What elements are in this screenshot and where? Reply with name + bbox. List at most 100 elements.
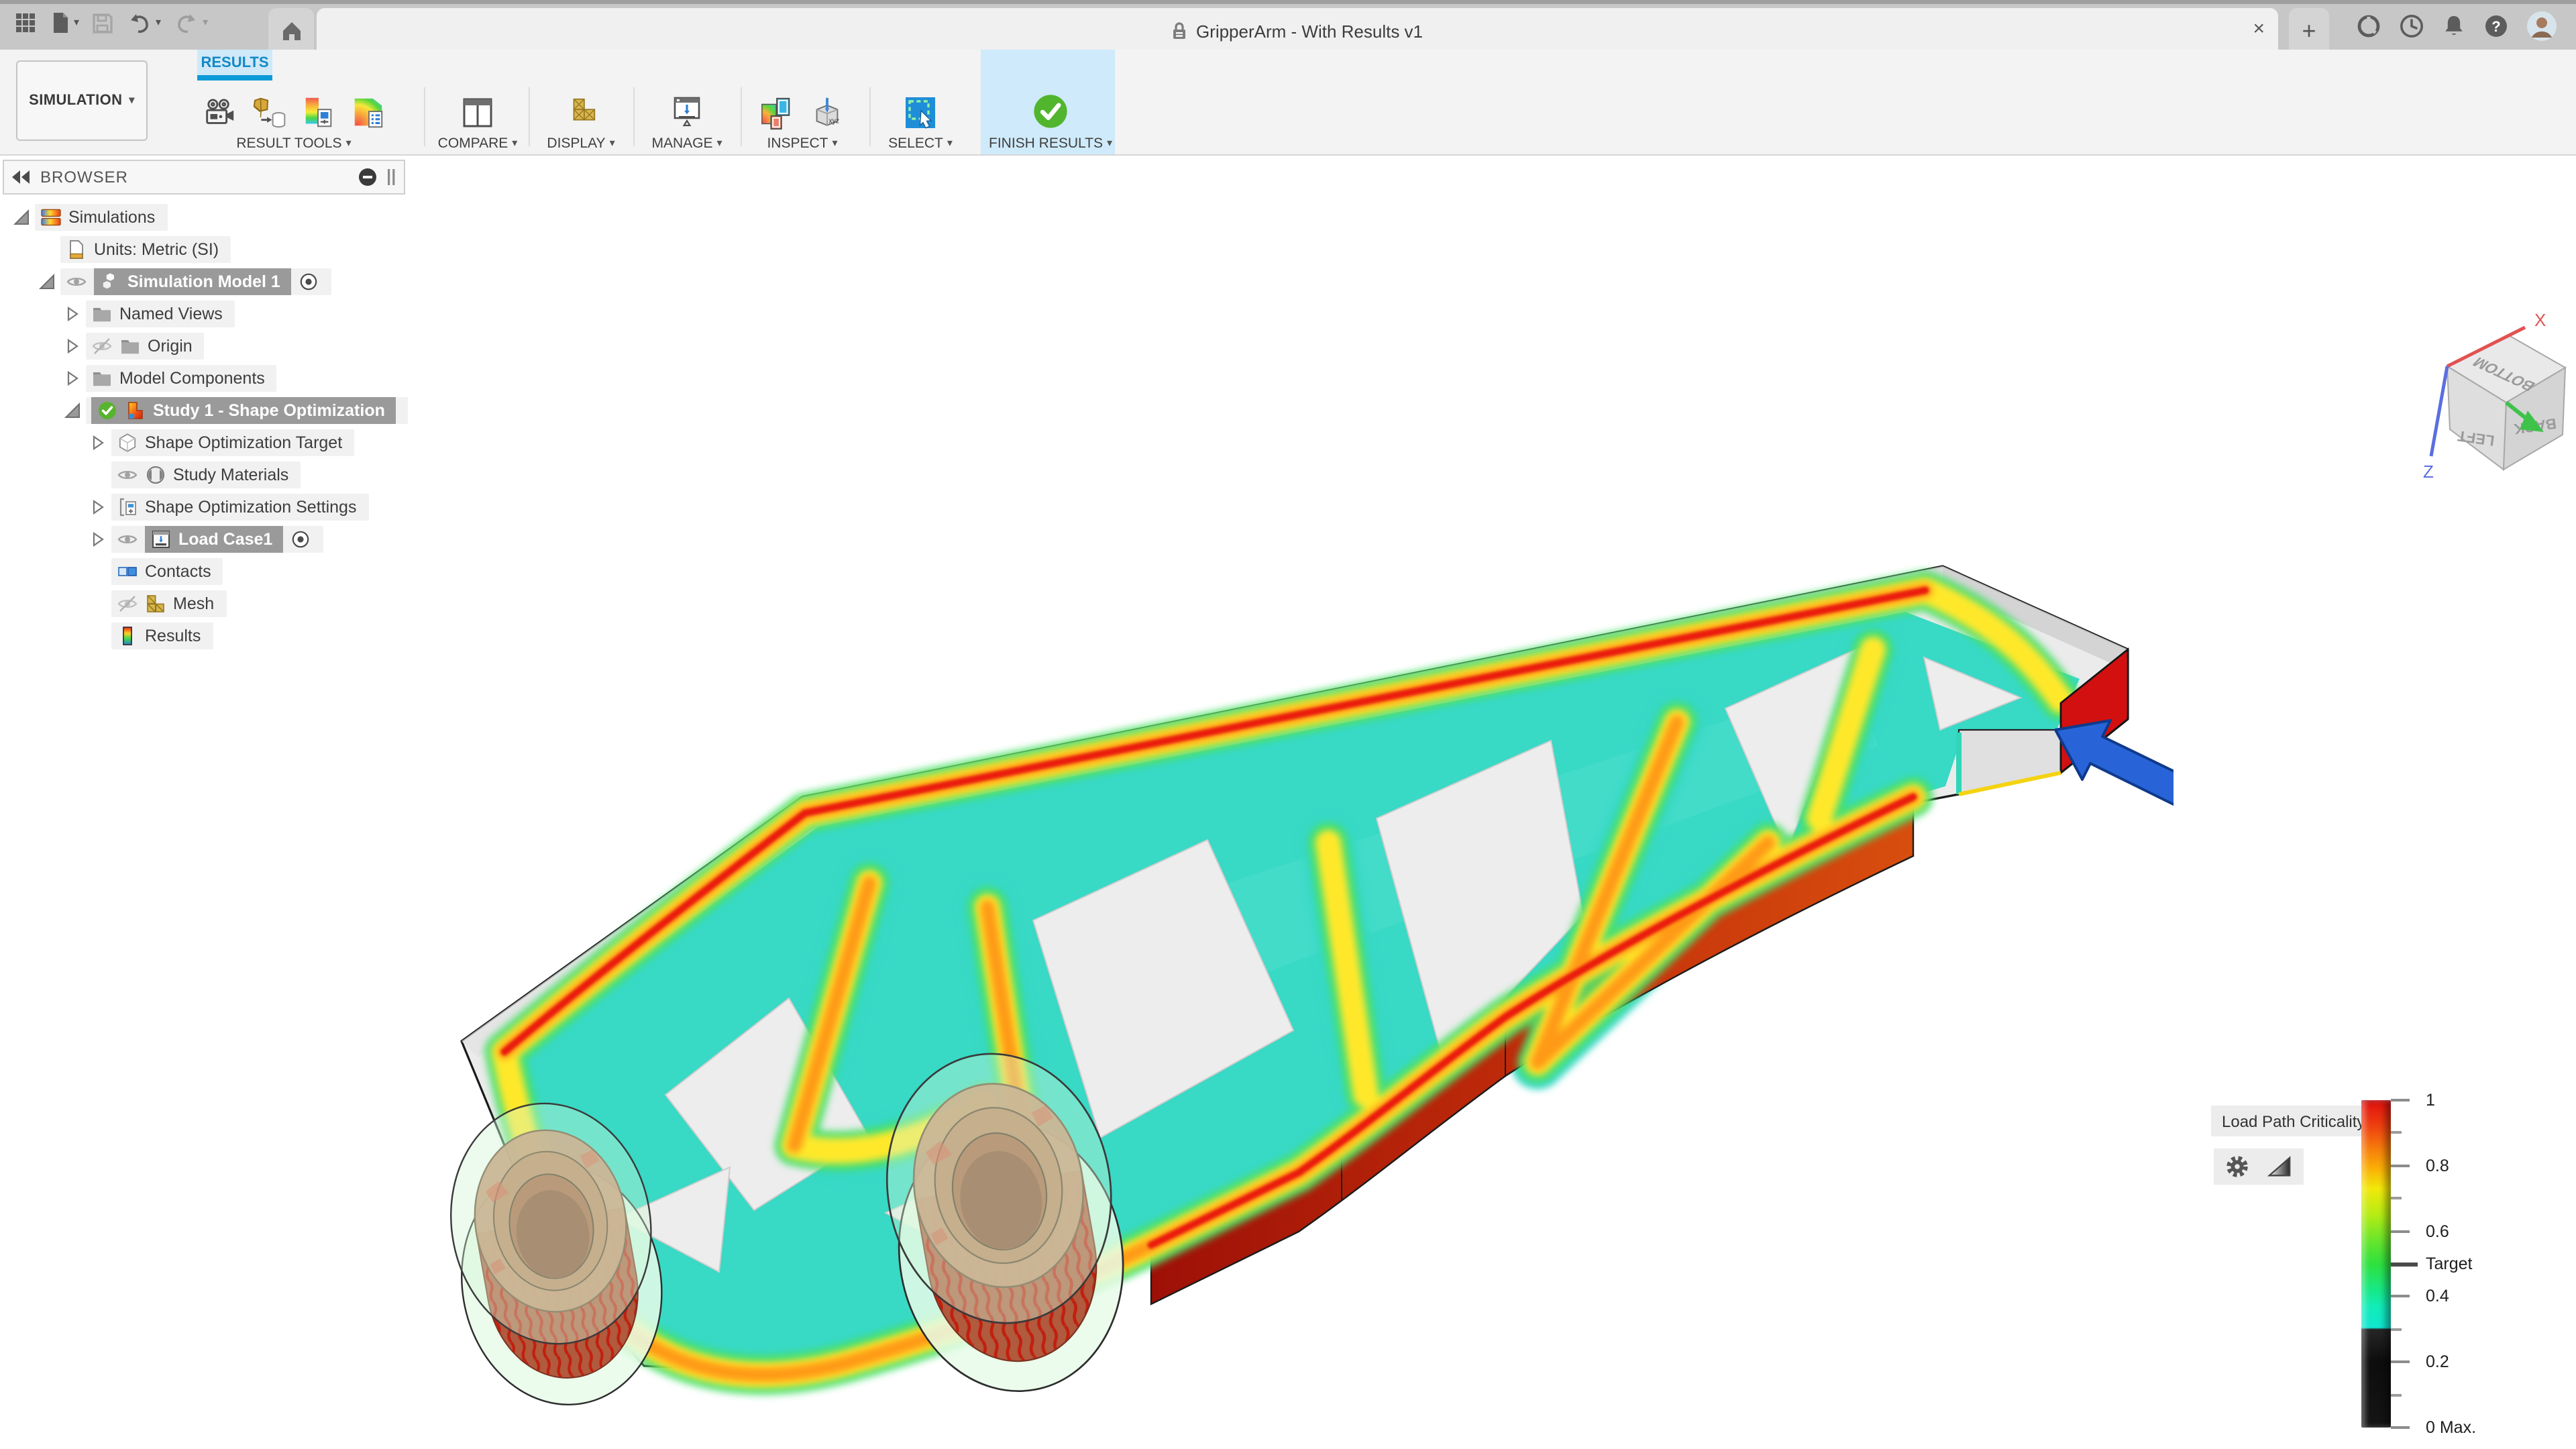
display-mesh-icon[interactable] <box>563 95 599 131</box>
browser-item-origin[interactable]: Origin <box>3 331 405 361</box>
browser-item-shape-optimization-target[interactable]: Shape Optimization Target <box>3 428 405 458</box>
browser-item-label: Study 1 - Shape Optimization <box>153 401 385 420</box>
select-menu[interactable]: SELECT▾ <box>888 136 953 152</box>
select-box-icon[interactable] <box>902 94 939 131</box>
shape-target-cube-icon <box>117 432 138 453</box>
results-icon <box>117 625 138 647</box>
redo-icon[interactable]: ▾ <box>173 11 208 34</box>
legend-settings-gear-icon[interactable] <box>2224 1154 2250 1179</box>
browser-header: BROWSER <box>3 160 405 195</box>
tab-results[interactable]: RESULTS <box>197 50 272 75</box>
browser-item-simulation-model-1[interactable]: Simulation Model 1 <box>3 267 405 297</box>
svg-text:?: ? <box>2491 18 2500 35</box>
folder-icon <box>91 368 113 389</box>
expander-closed-icon <box>62 303 83 325</box>
manage-simulation-icon[interactable] <box>668 94 706 131</box>
browser-item-results[interactable]: Results <box>3 621 405 651</box>
mesh-icon <box>145 593 166 614</box>
browser-item-simulations[interactable]: Simulations <box>3 203 405 232</box>
ribbon-group-finish-results: FINISH RESULTS▾ <box>986 82 1115 152</box>
panel-drag-handle[interactable] <box>388 168 396 186</box>
collapse-panel-icon[interactable] <box>12 170 30 184</box>
legend-minor-tick <box>2391 1197 2402 1199</box>
inspect-results-icon[interactable] <box>759 95 796 131</box>
browser-item-study-materials[interactable]: Study Materials <box>3 460 405 490</box>
browser-item-mesh[interactable]: Mesh <box>3 589 405 619</box>
panel-minimize-icon[interactable] <box>358 168 377 186</box>
browser-item-units[interactable]: Units: Metric (SI) <box>3 235 405 264</box>
browser-item-model-components[interactable]: Model Components <box>3 364 405 393</box>
ribbon-group-display: DISPLAY▾ <box>534 82 628 152</box>
legend-options-icon[interactable] <box>301 95 337 131</box>
extensions-icon[interactable] <box>2356 13 2381 39</box>
notifications-bell-icon[interactable] <box>2442 13 2466 39</box>
app-grid-icon[interactable] <box>13 11 38 35</box>
visibility-off-icon <box>117 593 138 614</box>
browser-item-named-views[interactable]: Named Views <box>3 299 405 329</box>
result-tools-menu[interactable]: RESULT TOOLS▾ <box>236 136 351 152</box>
study-complete-check-icon <box>97 400 118 421</box>
inspect-menu[interactable]: INSPECT▾ <box>767 136 837 152</box>
probe-xyz-icon[interactable]: xyz <box>809 95 845 131</box>
browser-item-contacts[interactable]: Contacts <box>3 557 405 586</box>
legend-contour-icon[interactable] <box>2266 1154 2293 1179</box>
new-tab-button[interactable]: + <box>2289 8 2329 54</box>
save-icon[interactable] <box>91 11 114 34</box>
legend-target-tick <box>2391 1263 2418 1267</box>
user-avatar[interactable] <box>2526 11 2557 42</box>
undo-icon[interactable]: ▾ <box>126 11 161 34</box>
lock-icon <box>1172 21 1188 40</box>
legend-tick-label: Target <box>2426 1254 2473 1273</box>
browser-item-study-1[interactable]: Study 1 - Shape Optimization <box>3 396 405 425</box>
activate-radio-icon <box>290 529 311 550</box>
expander-closed-icon <box>87 496 109 518</box>
ribbon-divider <box>424 87 425 146</box>
optimization-settings-icon <box>117 496 138 518</box>
legend-tick-label: 0.4 <box>2426 1287 2449 1306</box>
load-arrow[interactable] <box>2055 720 2174 808</box>
materials-sphere-icon <box>145 464 166 486</box>
legend-tools <box>2214 1148 2304 1185</box>
gripper-arm-model[interactable] <box>402 531 2174 1449</box>
simulation-model-icon <box>99 271 121 292</box>
browser-item-label: Simulations <box>68 208 155 227</box>
titlebar-left-icons: ▾ ▾ ▾ <box>13 11 208 35</box>
color-options-icon[interactable] <box>350 95 386 131</box>
browser-item-label: Load Case1 <box>178 530 272 549</box>
job-status-clock-icon[interactable] <box>2399 13 2424 39</box>
document-tab[interactable]: GripperArm - With Results v1 × <box>317 8 2278 54</box>
visibility-eye-icon <box>117 464 138 486</box>
help-icon[interactable]: ? <box>2483 13 2509 39</box>
animate-results-icon[interactable] <box>201 95 237 131</box>
expander-open-icon <box>36 271 58 292</box>
ribbon-group-compare: COMPARE▾ <box>429 82 526 152</box>
home-tab[interactable] <box>268 8 314 54</box>
display-menu[interactable]: DISPLAY▾ <box>547 136 614 152</box>
export-results-icon[interactable] <box>251 95 287 131</box>
close-tab-icon[interactable]: × <box>2253 19 2265 39</box>
tab-results-underline <box>197 75 272 80</box>
manage-menu[interactable]: MANAGE▾ <box>651 136 722 152</box>
redo-caret: ▾ <box>203 17 208 28</box>
view-cube[interactable]: BOTTOM LEFT BACK X Z <box>2415 306 2576 487</box>
legend-minor-tick <box>2391 1132 2402 1134</box>
legend-color-scale <box>2361 1100 2391 1428</box>
browser-item-label: Named Views <box>119 305 223 323</box>
compare-icon[interactable] <box>459 94 496 131</box>
browser-item-shape-optimization-settings[interactable]: Shape Optimization Settings <box>3 492 405 522</box>
browser-item-label: Results <box>145 627 201 645</box>
legend-tick <box>2391 1295 2410 1298</box>
file-menu-icon[interactable]: ▾ <box>50 11 79 35</box>
ribbon-toolbar: SIMULATION▾ RESULTS RESULT TOOLS▾ COMPAR… <box>0 50 2576 156</box>
legend-minor-tick <box>2391 1328 2402 1331</box>
browser-item-label: Contacts <box>145 562 211 581</box>
titlebar: ▾ ▾ ▾ GripperArm - With Results v1 × <box>0 0 2576 50</box>
svg-text:xyz: xyz <box>828 117 839 125</box>
browser-item-load-case1[interactable]: Load Case1 <box>3 525 405 554</box>
study-icon <box>125 400 146 421</box>
workspace-switcher[interactable]: SIMULATION▾ <box>16 60 148 141</box>
finish-results-icon[interactable] <box>1030 91 1071 131</box>
compare-menu[interactable]: COMPARE▾ <box>438 136 518 152</box>
finish-results-menu[interactable]: FINISH RESULTS▾ <box>989 136 1112 152</box>
home-icon <box>280 20 303 42</box>
